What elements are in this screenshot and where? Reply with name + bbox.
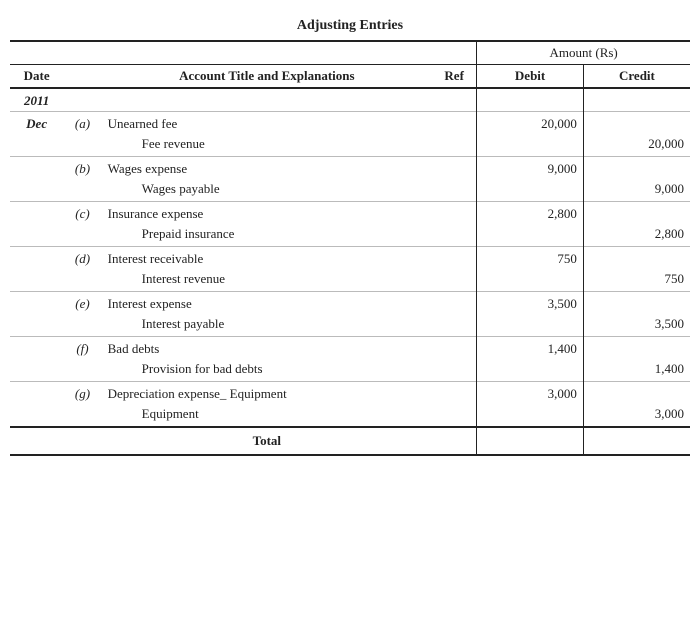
entry-credit-f: 1,400: [583, 359, 690, 382]
total-credit-empty: [583, 427, 690, 455]
th-debit: Debit: [477, 65, 584, 89]
th-letter-blank: [63, 65, 101, 89]
table-row: Equipment 3,000: [10, 404, 690, 427]
entry-letter-b: (b): [63, 157, 101, 180]
th-amount-rs: Amount (Rs): [477, 41, 690, 65]
adjusting-entries-table: Amount (Rs) Date Account Title and Expla…: [10, 40, 690, 456]
th-account-title: Account Title and Explanations: [102, 65, 432, 89]
year-debit-empty: [477, 88, 584, 112]
entry-debit-f: 1,400: [477, 337, 584, 360]
table-body: 2011 Dec (a) Unearned fee 20,000 Fee rev…: [10, 88, 690, 455]
entry-debit-g: 3,000: [477, 382, 584, 405]
th-credit: Credit: [583, 65, 690, 89]
entry-letter-e: (e): [63, 292, 101, 315]
entry-debit-e: 3,500: [477, 292, 584, 315]
entry-sub-account-g: Equipment: [102, 404, 432, 427]
th-letter-empty: [63, 41, 101, 65]
entry-debit-a: 20,000: [477, 112, 584, 135]
total-row: Total: [10, 427, 690, 455]
page-wrap: Adjusting Entries Amount (Rs) Date Accou…: [10, 18, 690, 456]
th-ref-empty: [432, 41, 477, 65]
entry-credit-c: 2,800: [583, 224, 690, 247]
entry-letter-g: (g): [63, 382, 101, 405]
table-row: Interest payable 3,500: [10, 314, 690, 337]
entry-letter-a: (a): [63, 112, 101, 135]
entry-letter-f: (f): [63, 337, 101, 360]
year-row: 2011: [10, 88, 690, 112]
header-row-labels: Date Account Title and Explanations Ref …: [10, 65, 690, 89]
table-row: (d) Interest receivable 750: [10, 247, 690, 270]
table-row: Fee revenue 20,000: [10, 134, 690, 157]
entry-main-account-d: Interest receivable: [102, 247, 432, 270]
entry-credit-b: 9,000: [583, 179, 690, 202]
entry-ref-a: [432, 112, 477, 135]
entry-main-account-f: Bad debts: [102, 337, 432, 360]
entry-debit-d: 750: [477, 247, 584, 270]
year-account-empty: [102, 88, 432, 112]
table-row: Wages payable 9,000: [10, 179, 690, 202]
th-account-empty: [102, 41, 432, 65]
header-row-amount: Amount (Rs): [10, 41, 690, 65]
total-label: Total: [102, 427, 432, 455]
entry-sub-account-c: Prepaid insurance: [102, 224, 432, 247]
table-row: (c) Insurance expense 2,800: [10, 202, 690, 225]
page-title: Adjusting Entries: [10, 18, 690, 34]
th-date-empty: [10, 41, 63, 65]
table-row: (f) Bad debts 1,400: [10, 337, 690, 360]
th-date: Date: [10, 65, 63, 89]
entry-credit-a-empty: [583, 112, 690, 135]
entry-credit-e: 3,500: [583, 314, 690, 337]
entry-debit-b: 9,000: [477, 157, 584, 180]
year-ref-empty: [432, 88, 477, 112]
year-letter-empty: [63, 88, 101, 112]
entry-credit-g: 3,000: [583, 404, 690, 427]
entry-sub-account-e: Interest payable: [102, 314, 432, 337]
entry-letter-d: (d): [63, 247, 101, 270]
entry-credit-d: 750: [583, 269, 690, 292]
year-cell: 2011: [10, 88, 63, 112]
entry-main-account-e: Interest expense: [102, 292, 432, 315]
entry-main-account-g: Depreciation expense_ Equipment: [102, 382, 432, 405]
entry-debit-c: 2,800: [477, 202, 584, 225]
table-row: Provision for bad debts 1,400: [10, 359, 690, 382]
entry-main-account-b: Wages expense: [102, 157, 432, 180]
table-row: Interest revenue 750: [10, 269, 690, 292]
table-row: (e) Interest expense 3,500: [10, 292, 690, 315]
entry-sub-account-d: Interest revenue: [102, 269, 432, 292]
table-row: (g) Depreciation expense_ Equipment 3,00…: [10, 382, 690, 405]
entry-sub-account-a: Fee revenue: [102, 134, 432, 157]
total-debit-empty: [477, 427, 584, 455]
table-row: (b) Wages expense 9,000: [10, 157, 690, 180]
entry-sub-account-b: Wages payable: [102, 179, 432, 202]
entry-credit-a: 20,000: [583, 134, 690, 157]
month-cell: Dec: [10, 112, 63, 135]
entry-letter-c: (c): [63, 202, 101, 225]
entry-main-account-a: Unearned fee: [102, 112, 432, 135]
entry-main-account-c: Insurance expense: [102, 202, 432, 225]
th-ref: Ref: [432, 65, 477, 89]
entry-sub-account-f: Provision for bad debts: [102, 359, 432, 382]
year-credit-empty: [583, 88, 690, 112]
table-row: Prepaid insurance 2,800: [10, 224, 690, 247]
table-row: Dec (a) Unearned fee 20,000: [10, 112, 690, 135]
